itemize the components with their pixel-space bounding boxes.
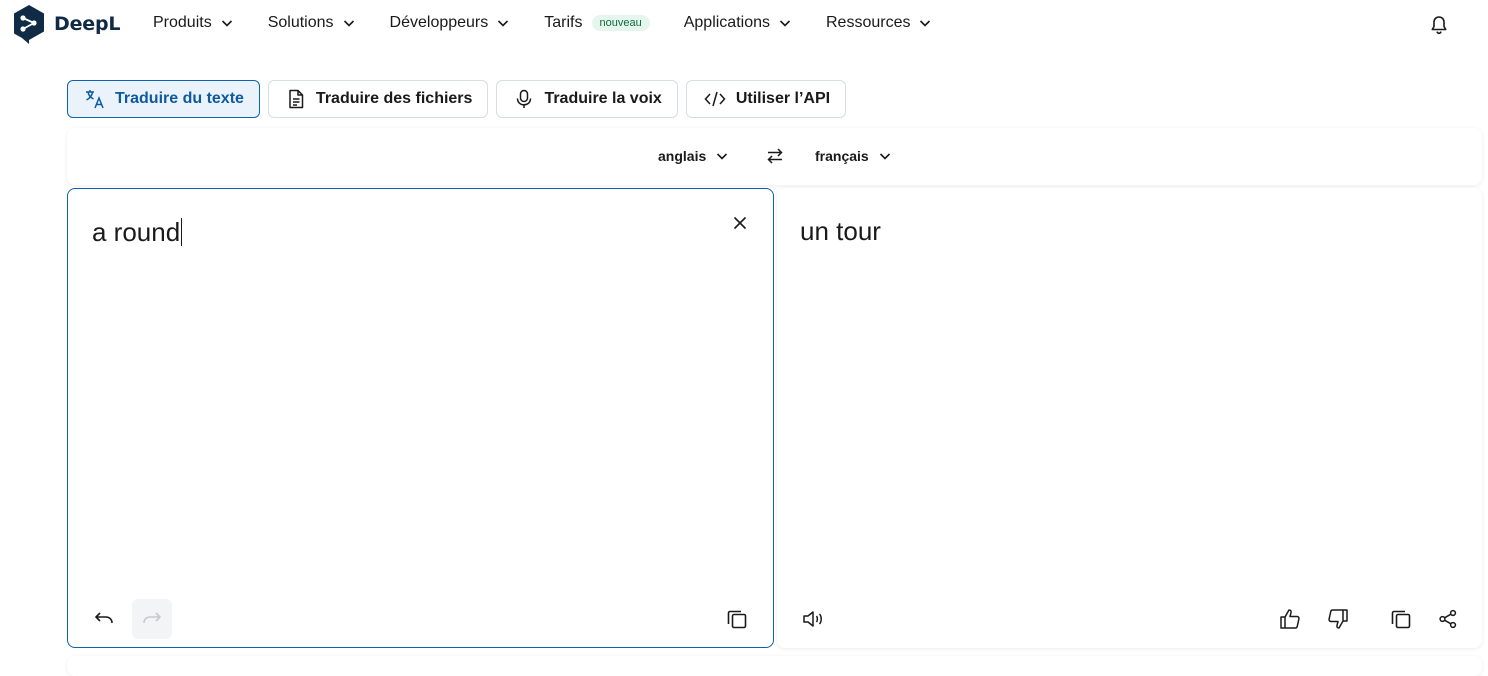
nav-item-solutions[interactable]: Solutions	[268, 14, 356, 32]
chevron-down-icon	[918, 16, 932, 30]
chevron-down-icon	[715, 149, 729, 163]
tab-translate-voice[interactable]: Traduire la voix	[496, 80, 678, 118]
copy-icon[interactable]	[1381, 599, 1421, 639]
nav-item-tarifs[interactable]: Tarifs nouveau	[544, 14, 650, 32]
source-language-label: anglais	[658, 148, 707, 164]
nav-item-ressources[interactable]: Ressources	[826, 14, 932, 32]
target-text-panel: un tour	[777, 188, 1482, 648]
chevron-down-icon	[496, 16, 510, 30]
tab-label: Traduire des fichiers	[315, 90, 473, 107]
undo-icon[interactable]	[84, 599, 124, 639]
microphone-icon	[517, 89, 532, 108]
source-language-select[interactable]: anglais	[658, 148, 729, 164]
chevron-down-icon	[220, 16, 234, 30]
nav-item-applications[interactable]: Applications	[684, 14, 792, 32]
source-text-value: a round	[92, 217, 181, 247]
source-text-input[interactable]: a round	[92, 217, 183, 248]
tab-use-api[interactable]: Utiliser l’API	[685, 80, 847, 118]
chevron-down-icon	[778, 16, 792, 30]
mode-tabs: Traduire du texte Traduire des fichiers …	[67, 80, 854, 118]
thumbs-up-icon[interactable]	[1270, 599, 1310, 639]
tab-label: Utiliser l’API	[735, 90, 831, 107]
target-language-select[interactable]: français	[815, 148, 892, 164]
language-bar: anglais français	[67, 128, 1482, 185]
tab-translate-files[interactable]: Traduire des fichiers	[267, 80, 489, 118]
nav-item-label: Applications	[683, 14, 770, 31]
share-icon[interactable]	[1428, 599, 1468, 639]
tab-label: Traduire du texte	[115, 90, 244, 107]
text-caret	[181, 218, 183, 246]
translate-icon	[86, 90, 104, 109]
brand-name: DeepL	[54, 13, 121, 35]
deepl-logo[interactable]: DeepL	[12, 4, 120, 44]
nav-item-label: Produits	[153, 14, 212, 31]
nav-item-label: Solutions	[267, 14, 334, 31]
nav-item-developpeurs[interactable]: Développeurs	[390, 14, 511, 32]
nav-item-label: Ressources	[826, 14, 911, 31]
swap-arrows-icon[interactable]	[765, 146, 785, 171]
source-text-panel: a round	[67, 188, 774, 648]
nav-item-label: Tarifs	[544, 14, 583, 31]
close-icon[interactable]	[720, 203, 760, 243]
tab-translate-text[interactable]: Traduire du texte	[67, 80, 260, 118]
chevron-down-icon	[342, 16, 356, 30]
thumbs-down-icon[interactable]	[1318, 599, 1358, 639]
code-icon	[704, 91, 726, 107]
target-language-label: français	[815, 148, 869, 164]
redo-icon[interactable]	[132, 599, 172, 639]
copy-icon[interactable]	[717, 599, 757, 639]
tab-label: Traduire la voix	[544, 90, 662, 107]
bell-icon[interactable]	[1428, 14, 1450, 41]
new-badge: nouveau	[591, 15, 650, 31]
speaker-icon[interactable]	[793, 599, 833, 639]
top-navigation: DeepL Produits Solutions Développeurs Ta…	[0, 0, 1488, 50]
document-icon	[289, 89, 304, 109]
nav-item-produits[interactable]: Produits	[153, 14, 234, 32]
nav-item-label: Développeurs	[389, 14, 489, 31]
deepl-logo-icon	[14, 5, 44, 44]
chevron-down-icon	[878, 149, 892, 163]
translated-text: un tour	[800, 216, 881, 246]
lower-section-edge	[67, 656, 1482, 676]
main-nav: Produits Solutions Développeurs Tarifs n…	[153, 14, 966, 32]
